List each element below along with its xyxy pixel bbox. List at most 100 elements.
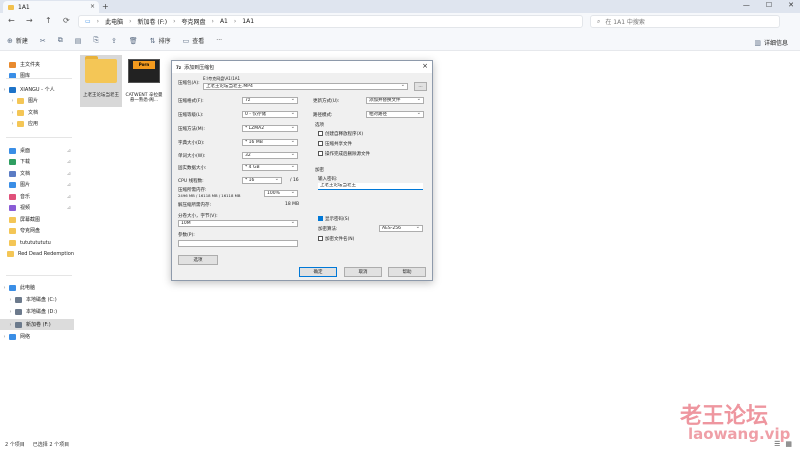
sidebar-item[interactable]: › 本地磁盘 (D:) bbox=[0, 306, 74, 317]
folder-item[interactable]: 上老王论坛当老王 bbox=[80, 55, 122, 107]
cut-icon[interactable]: ✂ bbox=[40, 37, 46, 45]
delete-icon[interactable]: 🗑 bbox=[129, 37, 138, 45]
sidebar-item[interactable]: tutututututu bbox=[0, 237, 74, 248]
sidebar-item[interactable]: 视频 ⊿ bbox=[0, 202, 74, 213]
chevron-right-icon[interactable]: › bbox=[6, 297, 15, 303]
plus-icon: ⊕ bbox=[7, 36, 13, 45]
sidebar-item[interactable]: 文档 ⊿ bbox=[0, 168, 74, 179]
refresh-button[interactable]: ⟳ bbox=[63, 16, 70, 25]
word-size-select[interactable]: 32 bbox=[242, 152, 298, 159]
new-button[interactable]: ⊕ 新建 bbox=[7, 36, 28, 46]
details-button[interactable]: ▥ 详细信息 bbox=[754, 38, 788, 48]
pin-icon: ⊿ bbox=[66, 204, 71, 211]
rename-icon[interactable]: ⎘ bbox=[93, 36, 99, 45]
chevron-right-icon[interactable]: › bbox=[8, 98, 17, 104]
threads-select[interactable]: * 16 bbox=[242, 177, 282, 184]
forward-button[interactable]: → bbox=[26, 16, 33, 25]
help-button[interactable]: 帮助 bbox=[388, 267, 426, 277]
dialog-title: 添加到压缩包 bbox=[184, 64, 215, 71]
minimize-button[interactable]: — bbox=[743, 1, 750, 9]
sidebar-item[interactable]: 图片 ⊿ bbox=[0, 179, 74, 190]
ok-button[interactable]: 确定 bbox=[299, 267, 337, 277]
parameters-field[interactable] bbox=[178, 240, 298, 247]
video-file-item[interactable]: Porn CATWENT 辛拉曼悬一熟悉·阁... bbox=[123, 55, 165, 107]
sidebar-item[interactable]: › 图片 bbox=[0, 95, 74, 106]
home-icon bbox=[9, 61, 16, 68]
threads-total: / 16 bbox=[290, 178, 299, 183]
folder-icon bbox=[17, 97, 24, 104]
sidebar-item[interactable]: › 应用 bbox=[0, 118, 74, 129]
sidebar-item[interactable]: 夸克网盘 bbox=[0, 225, 74, 236]
browse-button[interactable]: ... bbox=[414, 82, 427, 91]
update-mode-select[interactable]: 添加并替换文件 bbox=[366, 97, 424, 104]
chevron-right-icon[interactable]: › bbox=[8, 110, 17, 116]
options-button[interactable]: 选项 bbox=[178, 255, 218, 265]
format-select[interactable]: 7z bbox=[242, 97, 298, 104]
sidebar-item[interactable]: › 文档 bbox=[0, 107, 74, 118]
encryption-method-select[interactable]: AES-256 bbox=[379, 225, 423, 232]
sidebar-item[interactable]: › 网络 bbox=[0, 331, 74, 342]
sidebar-item[interactable]: 主文件夹 bbox=[0, 59, 74, 70]
breadcrumb-item[interactable]: 1A1 bbox=[242, 18, 254, 25]
chevron-right-icon[interactable]: › bbox=[0, 87, 9, 93]
memory-percent-select[interactable]: 100% bbox=[264, 190, 298, 197]
close-button[interactable]: ✕ bbox=[788, 1, 794, 9]
split-select[interactable]: 10M bbox=[178, 220, 298, 227]
sidebar-item[interactable]: Red Dead Redemption bbox=[0, 248, 74, 259]
maximize-button[interactable]: ☐ bbox=[766, 1, 772, 9]
breadcrumb-item[interactable]: 新加卷 (F:) bbox=[138, 17, 168, 26]
tab-1a1[interactable]: 1A1 × bbox=[3, 1, 99, 13]
solid-size-select[interactable]: * 4 GB bbox=[242, 164, 298, 171]
copy-icon[interactable]: ⧉ bbox=[58, 36, 63, 45]
breadcrumb-item[interactable]: 此电脑 bbox=[105, 17, 123, 26]
cancel-button[interactable]: 取消 bbox=[344, 267, 382, 277]
chevron-right-icon[interactable]: › bbox=[6, 309, 15, 315]
chevron-right-icon[interactable]: › bbox=[6, 322, 15, 328]
sidebar-item[interactable]: › 新加卷 (F:) bbox=[0, 319, 74, 330]
tab-close-icon[interactable]: × bbox=[90, 3, 95, 10]
shared-files-checkbox[interactable] bbox=[318, 141, 323, 146]
address-bar[interactable]: ▭ › 此电脑 › 新加卷 (F:) › 夸克网盘 › A1 › 1A1 bbox=[78, 15, 583, 28]
share-icon[interactable]: ⇪ bbox=[111, 37, 117, 45]
dictionary-select[interactable]: * 16 MB bbox=[242, 139, 298, 146]
view-button[interactable]: ▭ 查看 bbox=[183, 36, 205, 46]
breadcrumb-item[interactable]: A1 bbox=[220, 18, 228, 25]
path-mode-select[interactable]: 相对路径 bbox=[366, 111, 424, 118]
sidebar-item[interactable]: › 本地磁盘 (C:) bbox=[0, 294, 74, 305]
archive-name-field[interactable]: 上老王论坛当老王.MP4 bbox=[203, 83, 408, 90]
file-name: CATWENT 辛拉曼悬一熟悉·阁... bbox=[125, 93, 163, 103]
method-label: 压缩方法(M): bbox=[178, 127, 205, 132]
paste-icon[interactable]: ▤ bbox=[75, 37, 82, 45]
sidebar-item[interactable]: 图库 bbox=[0, 70, 74, 81]
more-button[interactable]: ··· bbox=[216, 37, 222, 44]
password-input[interactable]: 上老王论坛当老王 bbox=[318, 183, 423, 190]
search-box[interactable]: ⌕ 在 1A1 中搜索 bbox=[590, 15, 780, 28]
delete-after-checkbox[interactable] bbox=[318, 151, 323, 156]
search-input[interactable]: 在 1A1 中搜索 bbox=[605, 17, 645, 26]
sidebar-item[interactable]: › XIANGU - 个人 bbox=[0, 84, 74, 95]
sidebar-item[interactable]: 音乐 ⊿ bbox=[0, 191, 74, 202]
sidebar-item[interactable]: 下载 ⊿ bbox=[0, 156, 74, 167]
desktop-icon bbox=[9, 147, 16, 154]
sidebar-item-label: 屏幕截图 bbox=[20, 217, 41, 223]
chevron-right-icon[interactable]: › bbox=[0, 285, 9, 291]
sfx-checkbox[interactable] bbox=[318, 131, 323, 136]
breadcrumb-item[interactable]: 夸克网盘 bbox=[182, 17, 206, 26]
chevron-right-icon[interactable]: › bbox=[0, 334, 9, 340]
dialog-close-icon[interactable]: × bbox=[422, 62, 428, 70]
new-tab-button[interactable]: + bbox=[102, 2, 109, 11]
up-button[interactable]: ↑ bbox=[45, 16, 52, 25]
sidebar-item[interactable]: › 此电脑 bbox=[0, 282, 74, 293]
encrypt-names-checkbox[interactable] bbox=[318, 236, 323, 241]
sort-button[interactable]: ⇅ 排序 bbox=[150, 36, 171, 46]
show-password-checkbox[interactable] bbox=[318, 216, 323, 221]
sidebar-item[interactable]: 屏幕截图 bbox=[0, 214, 74, 225]
archive-folder: E:\夸克网盘\A1\1A1 bbox=[203, 76, 241, 81]
sidebar-item[interactable]: 桌面 ⊿ bbox=[0, 145, 74, 156]
window-controls: — ☐ ✕ bbox=[743, 1, 794, 9]
level-select[interactable]: 0 - 仅存储 bbox=[242, 111, 298, 118]
chevron-right-icon[interactable]: › bbox=[8, 121, 17, 127]
method-select[interactable]: * LZMA2 bbox=[242, 125, 298, 132]
back-button[interactable]: ← bbox=[8, 16, 15, 25]
pin-icon: ⊿ bbox=[66, 158, 71, 165]
